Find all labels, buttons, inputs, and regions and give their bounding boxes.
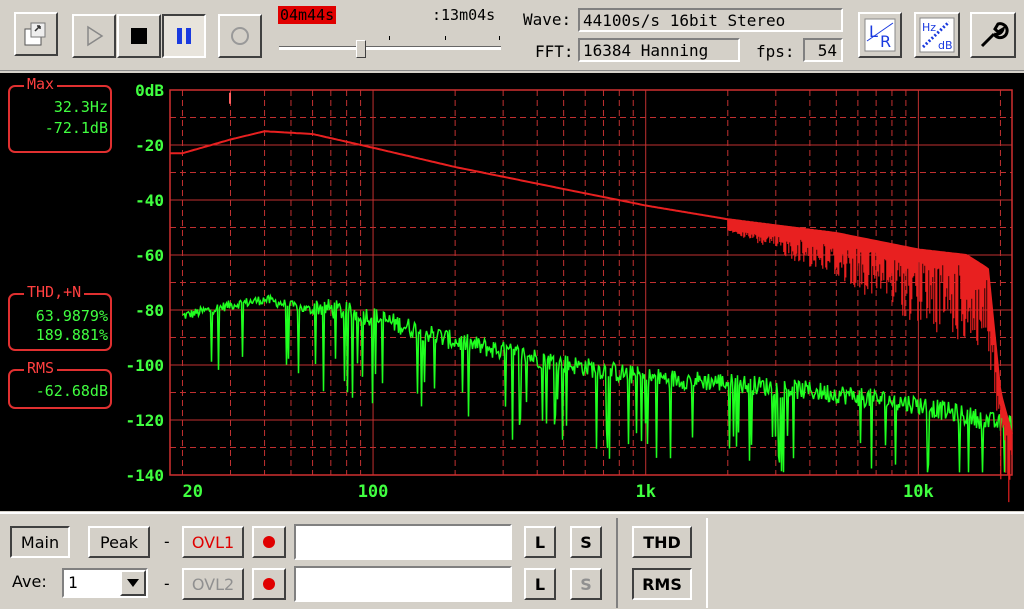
wrench-icon	[980, 22, 1009, 48]
seek-tick	[389, 36, 390, 40]
bottom-controls: Main Peak - OVL1 L S Ave: 1 - OVL2 L S T…	[0, 512, 1024, 609]
fft-field: 16384 Hanning	[578, 38, 740, 62]
series-line-green	[182, 293, 1013, 473]
open-file-icon	[24, 22, 46, 46]
thd-title: THD,+N	[24, 283, 85, 301]
overlay-2-field[interactable]	[294, 566, 512, 602]
record-icon	[263, 578, 275, 590]
x-tick-label: 100	[358, 482, 389, 502]
y-tick-label: 0dB	[135, 81, 164, 100]
elapsed-time: 04m44s	[278, 6, 337, 24]
lr-channel-icon: LR	[864, 18, 896, 52]
x-tick-label: 10k	[903, 482, 934, 502]
fps-label: fps:	[756, 42, 795, 61]
y-tick-label: -140	[125, 466, 164, 485]
record-icon	[263, 536, 275, 548]
max-frequency: 32.3Hz	[53, 98, 108, 116]
x-tick-label: 20	[182, 482, 202, 502]
pause-icon	[177, 28, 191, 44]
total-time: :13m04s	[432, 6, 496, 24]
hz-db-scale-icon: HzdB	[919, 17, 955, 53]
pause-button[interactable]	[162, 14, 206, 58]
spectrum-chart: 0dB -20 -40 -60 -80 -100 -120 -140 20 100 1k 10k	[125, 81, 1013, 503]
rms-value: -62.68dB	[35, 382, 108, 400]
ovl2-button[interactable]: OVL2	[182, 568, 244, 600]
hz-db-scale-button[interactable]: Hz dB	[914, 12, 960, 58]
rms-button[interactable]: RMS	[632, 568, 692, 600]
stop-icon	[131, 28, 147, 44]
seek-thumb[interactable]	[356, 40, 367, 58]
settings-button[interactable]	[970, 12, 1016, 58]
y-tick-label: -100	[125, 356, 164, 375]
record-button-2[interactable]	[252, 568, 286, 600]
save-button-1[interactable]: S	[570, 526, 602, 558]
x-tick-label: 1k	[635, 482, 655, 502]
loop-button[interactable]	[218, 14, 262, 58]
y-tick-label: -20	[135, 136, 164, 155]
average-label: Ave:	[12, 572, 47, 591]
rms-title: RMS	[24, 359, 58, 377]
open-file-button[interactable]	[14, 12, 58, 56]
max-level: -72.1dB	[44, 119, 108, 137]
stop-button[interactable]	[117, 14, 161, 58]
play-button[interactable]	[72, 14, 116, 58]
y-tick-label: -40	[135, 191, 164, 210]
thd-value-1: 63.9879%	[35, 307, 108, 325]
peak-button[interactable]: Peak	[88, 526, 150, 558]
load-button-1[interactable]: L	[524, 526, 556, 558]
save-button-2[interactable]: S	[570, 568, 602, 600]
play-icon	[87, 25, 104, 47]
seek-tick	[499, 36, 500, 40]
max-title: Max	[24, 75, 58, 93]
wave-label: Wave:	[523, 10, 572, 29]
seek-track	[279, 46, 501, 50]
load-button-2[interactable]: L	[524, 568, 556, 600]
fft-label: FFT:	[535, 42, 574, 61]
y-tick-label: -120	[125, 411, 164, 430]
overlay-1-field[interactable]	[294, 524, 512, 560]
average-select[interactable]: 1	[62, 568, 148, 598]
y-tick-label: -60	[135, 246, 164, 265]
lr-channel-button[interactable]: LR	[858, 12, 902, 58]
svg-text:R: R	[880, 32, 891, 51]
loop-icon	[231, 27, 249, 45]
svg-text:dB: dB	[938, 39, 953, 52]
svg-text:Hz: Hz	[922, 21, 936, 34]
separator-dash: -	[162, 574, 172, 593]
wave-field: 44100s/s 16bit Stereo	[578, 8, 843, 32]
chevron-down-icon[interactable]	[120, 570, 146, 596]
record-button-1[interactable]	[252, 526, 286, 558]
thd-button[interactable]: THD	[632, 526, 692, 558]
toolbar: 04m44s :13m04s Wave: 44100s/s 16bit Ster…	[0, 0, 1024, 71]
ovl1-button[interactable]: OVL1	[182, 526, 244, 558]
thd-value-2: 189.881%	[35, 326, 108, 344]
y-tick-label: -80	[135, 301, 164, 320]
spectrum-panel: 0dB -20 -40 -60 -80 -100 -120 -140 20 100 1k 10k Ma…	[0, 73, 1024, 511]
fps-field: 54	[803, 38, 843, 62]
main-button[interactable]: Main	[10, 526, 70, 558]
seek-slider[interactable]	[279, 30, 504, 60]
separator-dash: -	[162, 532, 172, 551]
seek-tick	[445, 36, 446, 40]
